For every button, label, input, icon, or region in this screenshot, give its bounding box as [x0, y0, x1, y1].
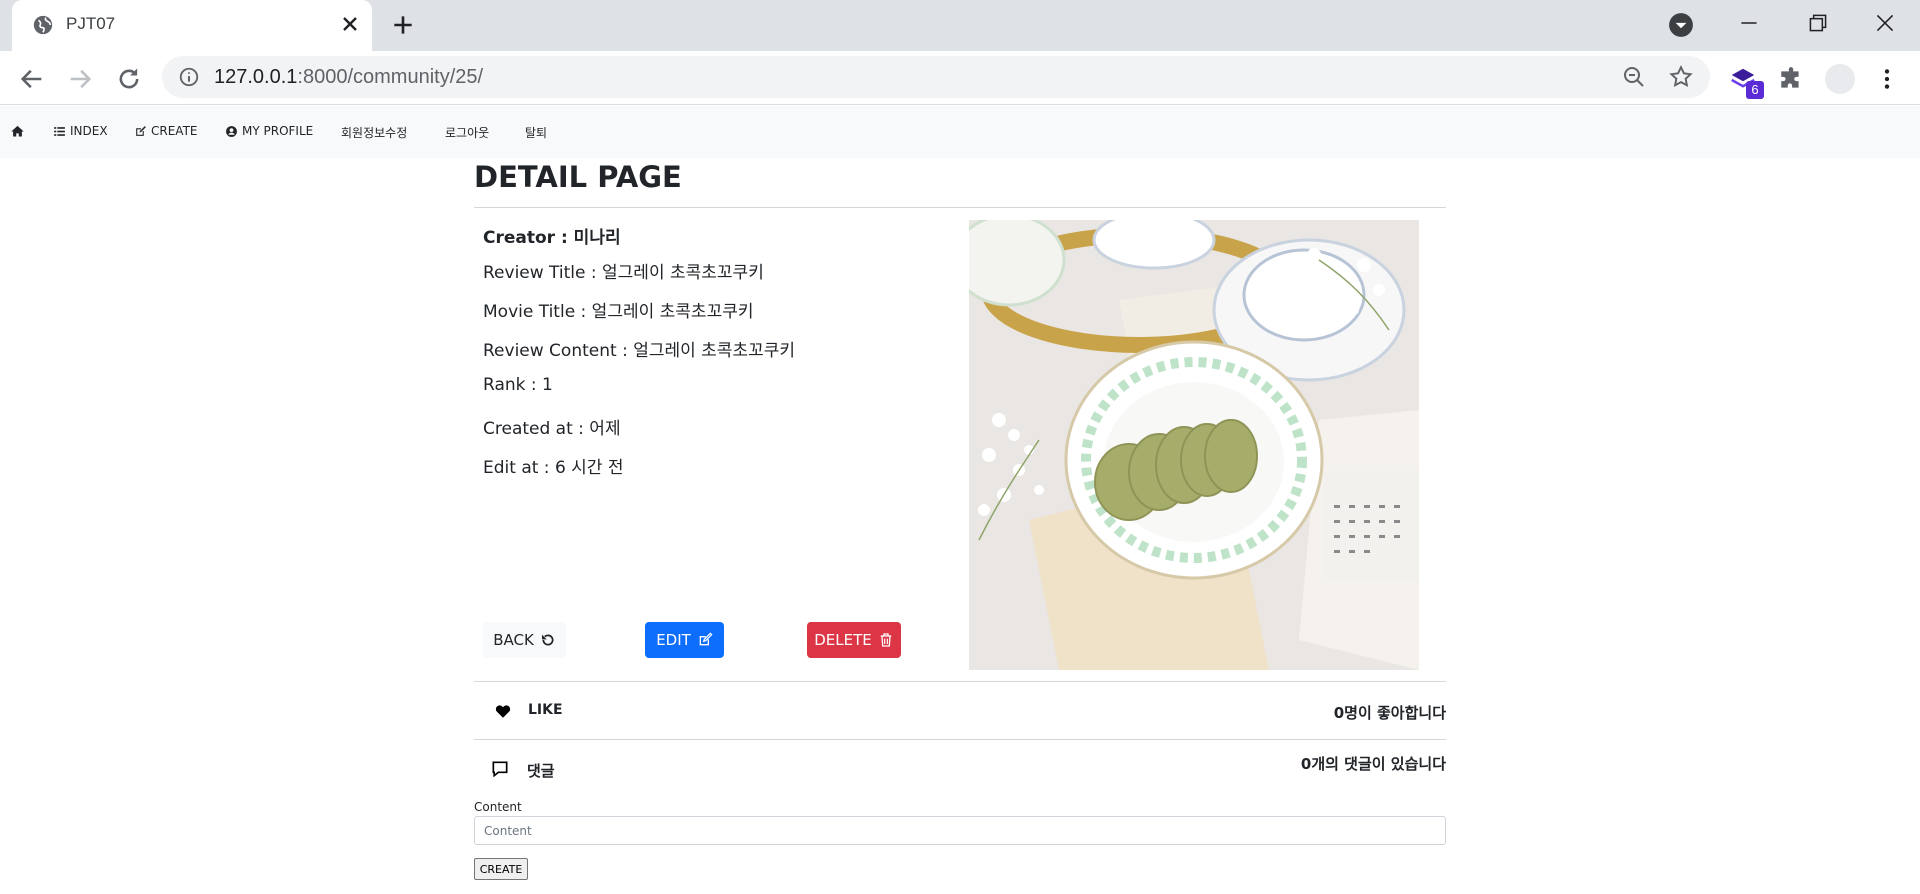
- globe-icon: [33, 15, 53, 35]
- edit-button[interactable]: EDIT: [645, 622, 724, 658]
- delete-button-label: DELETE: [814, 631, 872, 649]
- movie-title-text: Movie Title : 얼그레이 초콕초꼬쿠키: [483, 302, 754, 322]
- review-photo: [969, 220, 1419, 670]
- window-close-icon[interactable]: [1872, 10, 1898, 36]
- nav-withdraw-label: 탈퇴: [525, 126, 548, 140]
- nav-index-label: INDEX: [70, 124, 108, 138]
- nav-my-profile[interactable]: MY PROFILE: [225, 124, 313, 138]
- comment-create-button[interactable]: CREATE: [474, 858, 528, 880]
- nav-logout-label: 로그아웃: [445, 126, 490, 140]
- tab-search-chevron-icon[interactable]: [1668, 12, 1694, 38]
- back-button[interactable]: BACK: [483, 622, 566, 658]
- comment-icon: [492, 761, 508, 778]
- profile-avatar[interactable]: [1825, 64, 1855, 94]
- home-icon: [11, 125, 24, 137]
- edit-square-icon: [699, 632, 713, 646]
- nav-home[interactable]: [10, 124, 25, 139]
- browser-toolbar: 127.0.0.1:8000/community/25/ 6: [0, 51, 1920, 105]
- edit-button-label: EDIT: [656, 631, 691, 649]
- created-at-text: Created at : 어제: [483, 419, 621, 439]
- restore-icon[interactable]: [1805, 10, 1831, 36]
- nav-index[interactable]: INDEX: [53, 124, 108, 138]
- nav-create-label: CREATE: [151, 124, 198, 138]
- address-bar[interactable]: 127.0.0.1:8000/community/25/: [162, 56, 1710, 98]
- nav-my-profile-label: MY PROFILE: [242, 124, 314, 138]
- zoom-out-icon[interactable]: [1622, 65, 1646, 89]
- back-arrow-icon[interactable]: [18, 65, 46, 93]
- bookmark-star-icon[interactable]: [1668, 64, 1694, 90]
- extensions-puzzle-icon[interactable]: [1778, 66, 1804, 92]
- creator-text: Creator : 미나리: [483, 228, 621, 248]
- forward-arrow-icon[interactable]: [66, 65, 94, 93]
- url-path: :8000/community/25/: [297, 66, 484, 88]
- browser-tab[interactable]: PJT07: [12, 0, 372, 51]
- comment-content-input[interactable]: [474, 816, 1446, 845]
- nav-edit-info-label: 회원정보수정: [341, 126, 408, 140]
- like-count: 0명이 좋아합니다: [1333, 704, 1446, 722]
- minimize-icon[interactable]: [1736, 10, 1762, 36]
- tab-title: PJT07: [66, 14, 116, 33]
- nav-create[interactable]: CREATE: [134, 124, 198, 138]
- extension-badge: 6: [1746, 81, 1764, 99]
- nav-edit-info[interactable]: 회원정보수정: [341, 124, 407, 141]
- trash-icon: [880, 633, 892, 647]
- content-field-label: Content: [474, 800, 522, 814]
- user-circle-icon: [226, 125, 237, 137]
- comment-count: 0개의 댓글이 있습니다: [1300, 755, 1446, 773]
- heart-icon[interactable]: [494, 702, 512, 720]
- new-tab-plus-icon[interactable]: [390, 12, 416, 38]
- undo-icon: [541, 634, 554, 646]
- title-divider: [474, 207, 1446, 208]
- like-divider: [474, 739, 1446, 740]
- list-icon: [54, 126, 65, 136]
- browser-menu-icon[interactable]: [1874, 65, 1900, 93]
- review-content-text: Review Content : 얼그레이 초콕초꼬쿠키: [483, 341, 796, 361]
- url-text[interactable]: 127.0.0.1:8000/community/25/: [214, 66, 483, 89]
- nav-withdraw[interactable]: 탈퇴: [525, 124, 547, 141]
- delete-button[interactable]: DELETE: [807, 622, 901, 658]
- reload-icon[interactable]: [115, 65, 143, 93]
- back-button-label: BACK: [493, 631, 534, 649]
- url-host: 127.0.0.1: [214, 66, 298, 88]
- rank-text: Rank : 1: [483, 375, 553, 395]
- review-title-text: Review Title : 얼그레이 초콕초꼬쿠키: [483, 263, 764, 283]
- edit-square-icon: [136, 125, 146, 136]
- site-info-icon[interactable]: [178, 66, 200, 88]
- nav-logout[interactable]: 로그아웃: [445, 124, 489, 141]
- site-navbar: INDEX CREATE MY PROFILE 회원정보수정 로그아웃 탈퇴: [0, 106, 1920, 158]
- comment-label: 댓글: [527, 762, 555, 780]
- actions-divider: [474, 681, 1446, 682]
- like-label[interactable]: LIKE: [528, 702, 563, 718]
- page-title: DETAIL PAGE: [474, 160, 682, 194]
- browser-tabstrip: PJT07: [0, 0, 1920, 51]
- close-tab-icon[interactable]: [338, 12, 362, 36]
- edit-at-text: Edit at : 6 시간 전: [483, 458, 624, 478]
